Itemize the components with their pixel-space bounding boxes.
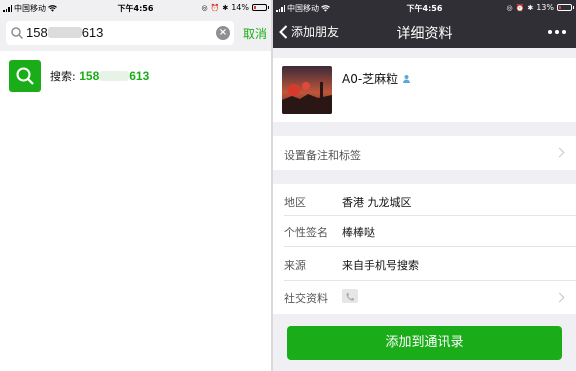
region-value: 香港 九龙城区 (342, 196, 412, 209)
source-label: 来源 (284, 259, 306, 272)
cancel-button[interactable]: 取消 (243, 25, 267, 42)
search-bar: 158 613 × (0, 15, 271, 51)
search-result-label: 搜索: 158 613 (50, 69, 150, 83)
alarm-icon: ⏰ (210, 3, 220, 12)
search-result-number: 158 613 (79, 69, 150, 83)
phone-icon (342, 289, 358, 303)
battery-icon (252, 4, 269, 11)
divider (284, 246, 576, 247)
social-profile-row[interactable]: 社交资料 (273, 281, 576, 314)
search-screen: 中国移动 下午4:56 ◎ ⏰ ✱ 14% 158 613 × 取消 搜索: 15… (0, 0, 271, 371)
redacted-digits (47, 27, 82, 38)
info-section: 地区 香港 九龙城区 个性签名 棒棒哒 来源 来自手机号搜索 社交资料 (273, 184, 576, 314)
region-label: 地区 (284, 196, 306, 209)
signature-value: 棒棒哒 (342, 226, 375, 239)
lock-icon: ◎ (506, 3, 513, 12)
bluetooth-icon: ✱ (527, 3, 534, 12)
battery-percent: 13% (536, 3, 554, 12)
page-title: 详细资料 (396, 26, 453, 42)
add-to-contacts-button[interactable]: 添加到通讯录 (287, 326, 562, 360)
search-query: 158 613 (26, 25, 104, 40)
battery-icon (557, 4, 574, 11)
alarm-icon: ⏰ (515, 3, 525, 12)
battery-percent: 14% (231, 3, 249, 12)
profile-card: A0-芝麻粒 (273, 58, 576, 122)
lock-icon: ◎ (201, 3, 208, 12)
clear-icon[interactable]: × (216, 26, 230, 40)
status-bar: 中国移动 下午4:56 ◎ ⏰ ✱ 13% (273, 0, 576, 15)
set-remark-tags-row[interactable]: 设置备注和标签 (273, 136, 576, 170)
search-icon (11, 27, 24, 40)
redacted-digits (99, 71, 130, 81)
bluetooth-icon: ✱ (222, 3, 229, 12)
profile-screen: 中国移动 下午4:56 ◎ ⏰ ✱ 13% 添加朋友 详细资料 A0-芝麻粒 设… (273, 0, 576, 371)
chevron-right-icon (554, 292, 565, 303)
divider (284, 215, 576, 216)
profile-name: A0-芝麻粒 (342, 70, 411, 87)
social-profile-label: 社交资料 (284, 292, 328, 305)
more-icon[interactable] (548, 30, 566, 34)
avatar[interactable] (282, 66, 332, 114)
status-bar: 中国移动 下午4:56 ◎ ⏰ ✱ 14% (0, 0, 271, 15)
nav-bar: 添加朋友 详细资料 (273, 15, 576, 48)
search-input[interactable]: 158 613 × (6, 21, 234, 45)
search-result-icon (9, 60, 41, 92)
chevron-right-icon (554, 147, 565, 158)
search-result-item[interactable]: 搜索: 158 613 (0, 54, 271, 98)
gender-icon (403, 75, 411, 83)
source-value: 来自手机号搜索 (342, 259, 419, 272)
set-remark-tags-label: 设置备注和标签 (284, 149, 361, 162)
signature-label: 个性签名 (284, 226, 328, 239)
